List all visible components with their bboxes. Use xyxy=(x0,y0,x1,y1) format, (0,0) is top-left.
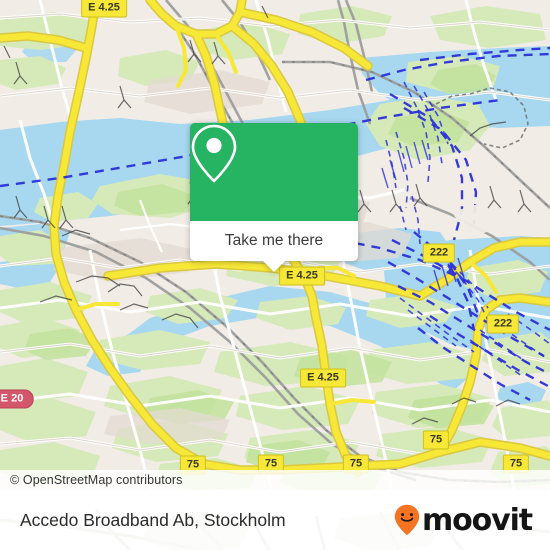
attribution-text: © OpenStreetMap contributors xyxy=(10,473,183,487)
moovit-wordmark: moovit xyxy=(421,503,533,538)
moovit-logo[interactable]: moovit xyxy=(394,503,533,538)
road-shield: 75 xyxy=(422,430,450,450)
map-screenshot: E 4.25 222 222 E 4.25 E 4.25 E 20 75 75 75 75 75 T… xyxy=(0,0,550,550)
road-shield: E 4.25 xyxy=(300,368,346,388)
road-shield: E 4.25 xyxy=(279,266,325,286)
callout-header xyxy=(190,123,358,221)
road-shield: 222 xyxy=(422,243,456,263)
road-shield: 222 xyxy=(486,314,520,334)
page-title: Accedo Broadband Ab, Stockholm xyxy=(20,509,286,530)
take-me-there-label: Take me there xyxy=(224,232,324,249)
moovit-pin-icon xyxy=(394,504,420,536)
take-me-there-button[interactable]: Take me there xyxy=(190,221,358,261)
road-shield: E 20 xyxy=(0,389,34,409)
place-callout-card[interactable]: Take me there xyxy=(190,123,358,272)
map-attribution: © OpenStreetMap contributors xyxy=(0,470,550,490)
footer-bar: Accedo Broadband Ab, Stockholm moovit xyxy=(0,490,550,550)
map-canvas[interactable]: E 4.25 222 222 E 4.25 E 4.25 E 20 75 75 75 75 75 T… xyxy=(0,0,550,490)
road-shield: E 4.25 xyxy=(81,0,127,18)
callout-pointer xyxy=(263,261,285,272)
